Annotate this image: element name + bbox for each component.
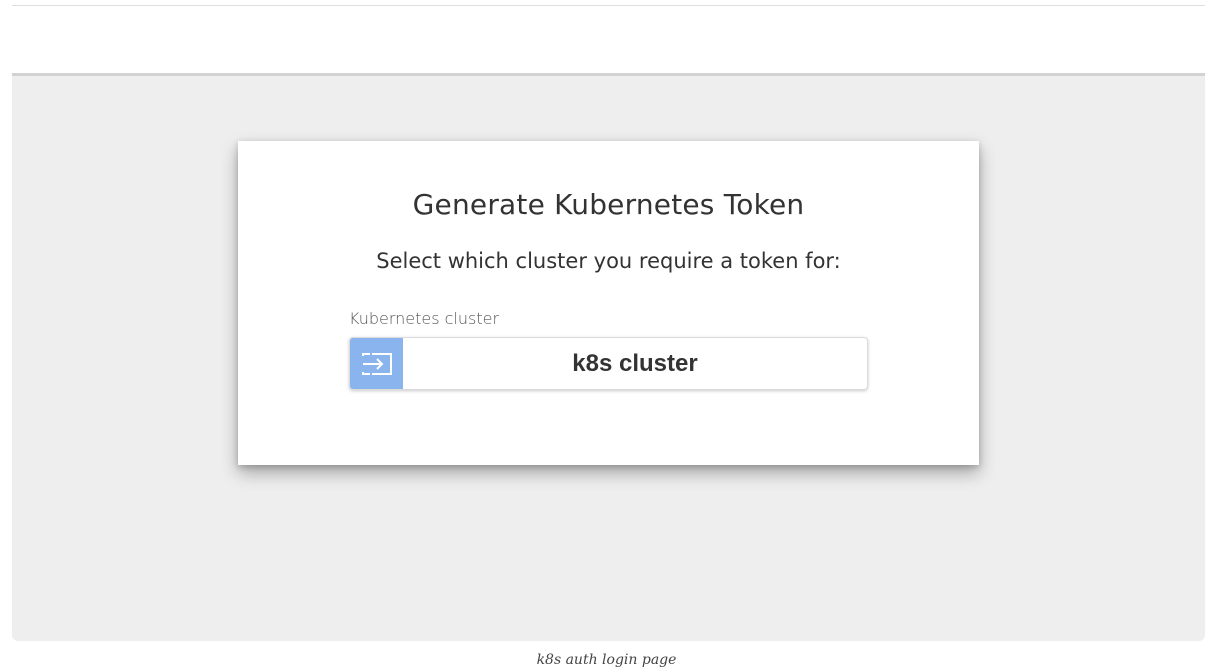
cluster-field-label: Kubernetes cluster [349, 309, 500, 328]
token-card: Generate Kubernetes Token Select which c… [238, 141, 979, 465]
page-title: Generate Kubernetes Token [412, 188, 805, 221]
top-divider [12, 5, 1205, 6]
cluster-button-label: k8s cluster [572, 349, 698, 377]
screenshot-frame: Generate Kubernetes Token Select which c… [12, 73, 1205, 641]
k8s-cluster-button[interactable]: k8s cluster [349, 337, 868, 390]
sign-in-icon [350, 338, 403, 389]
page-subtitle: Select which cluster you require a token… [376, 249, 841, 273]
figure-caption: k8s auth login page [536, 652, 677, 668]
